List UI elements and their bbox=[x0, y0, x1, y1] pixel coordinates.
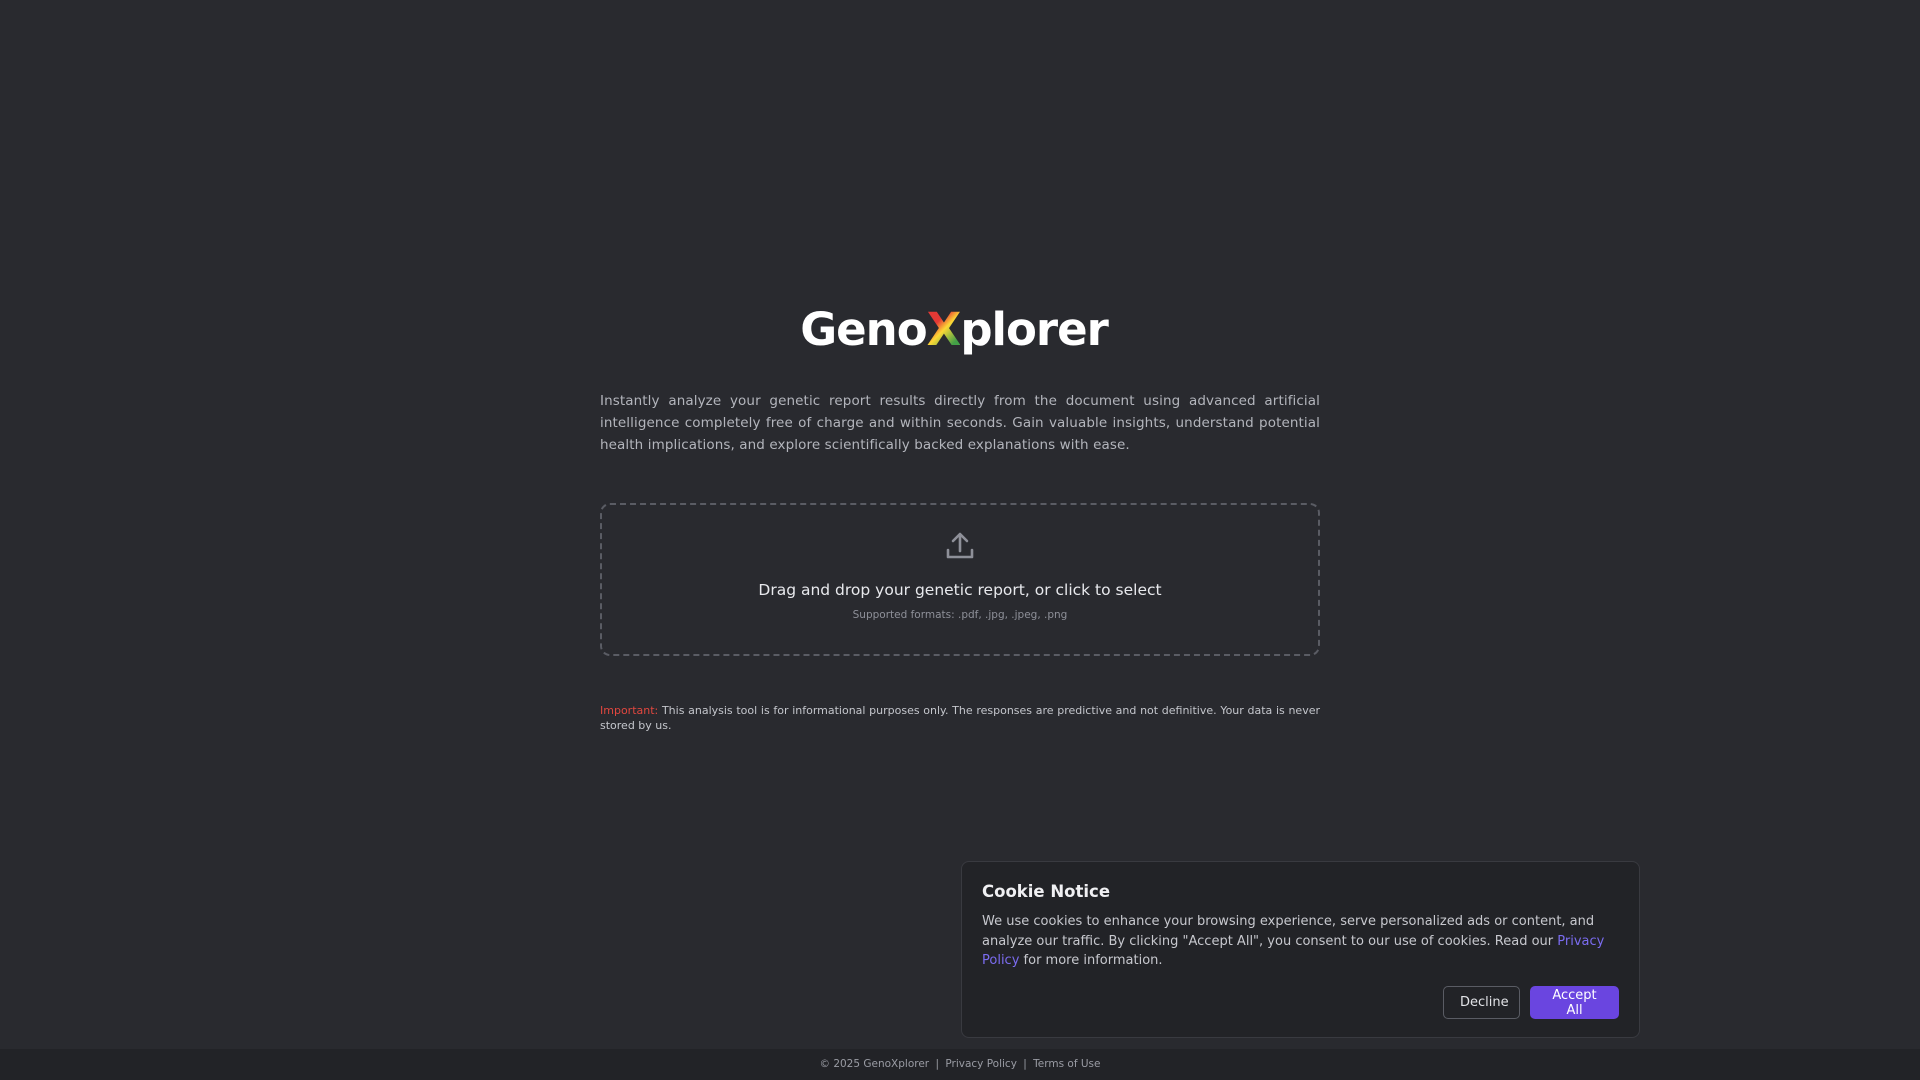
footer-terms-link[interactable]: Terms of Use bbox=[1033, 1058, 1100, 1070]
footer-separator: | bbox=[1023, 1058, 1027, 1070]
decline-button[interactable]: Decline bbox=[1443, 986, 1520, 1019]
disclaimer-notice: Important: This analysis tool is for inf… bbox=[600, 703, 1320, 733]
footer-copyright: © 2025 GenoXplorer bbox=[819, 1058, 930, 1070]
disclaimer-text: This analysis tool is for informational … bbox=[600, 704, 1320, 732]
cookie-title: Cookie Notice bbox=[982, 882, 1111, 901]
cookie-text-after: for more information. bbox=[1019, 953, 1163, 968]
logo-suffix: plorer bbox=[960, 303, 1108, 356]
cookie-text-before: We use cookies to enhance your browsing … bbox=[982, 914, 1595, 949]
cookie-text: We use cookies to enhance your browsing … bbox=[982, 912, 1619, 971]
main-content: GenoXplorer Instantly analyze your genet… bbox=[600, 300, 1320, 733]
dropzone-title: Drag and drop your genetic report, or cl… bbox=[758, 581, 1162, 599]
supported-formats: Supported formats: .pdf, .jpg, .jpeg, .p… bbox=[852, 609, 1068, 621]
cookie-actions: Decline Accept All bbox=[1443, 986, 1619, 1019]
logo-prefix: Geno bbox=[800, 303, 927, 356]
important-label: Important: bbox=[600, 704, 659, 717]
footer-separator: | bbox=[935, 1058, 940, 1070]
genoxplorer-logo: GenoXplorer bbox=[588, 300, 1320, 360]
hero-description: Instantly analyze your genetic report re… bbox=[600, 393, 1320, 453]
file-dropzone[interactable]: Drag and drop your genetic report, or cl… bbox=[600, 503, 1320, 656]
logo-x-mark: X bbox=[927, 300, 962, 360]
cookie-notice: Cookie Notice We use cookies to enhance … bbox=[961, 861, 1640, 1038]
page: GenoXplorer Instantly analyze your genet… bbox=[0, 0, 1920, 1080]
upload-icon bbox=[946, 532, 974, 559]
footer-privacy-link[interactable]: Privacy Policy bbox=[945, 1058, 1017, 1070]
accept-all-button[interactable]: Accept All bbox=[1530, 986, 1619, 1019]
footer: © 2025 GenoXplorer | Privacy Policy | Te… bbox=[0, 1049, 1920, 1080]
